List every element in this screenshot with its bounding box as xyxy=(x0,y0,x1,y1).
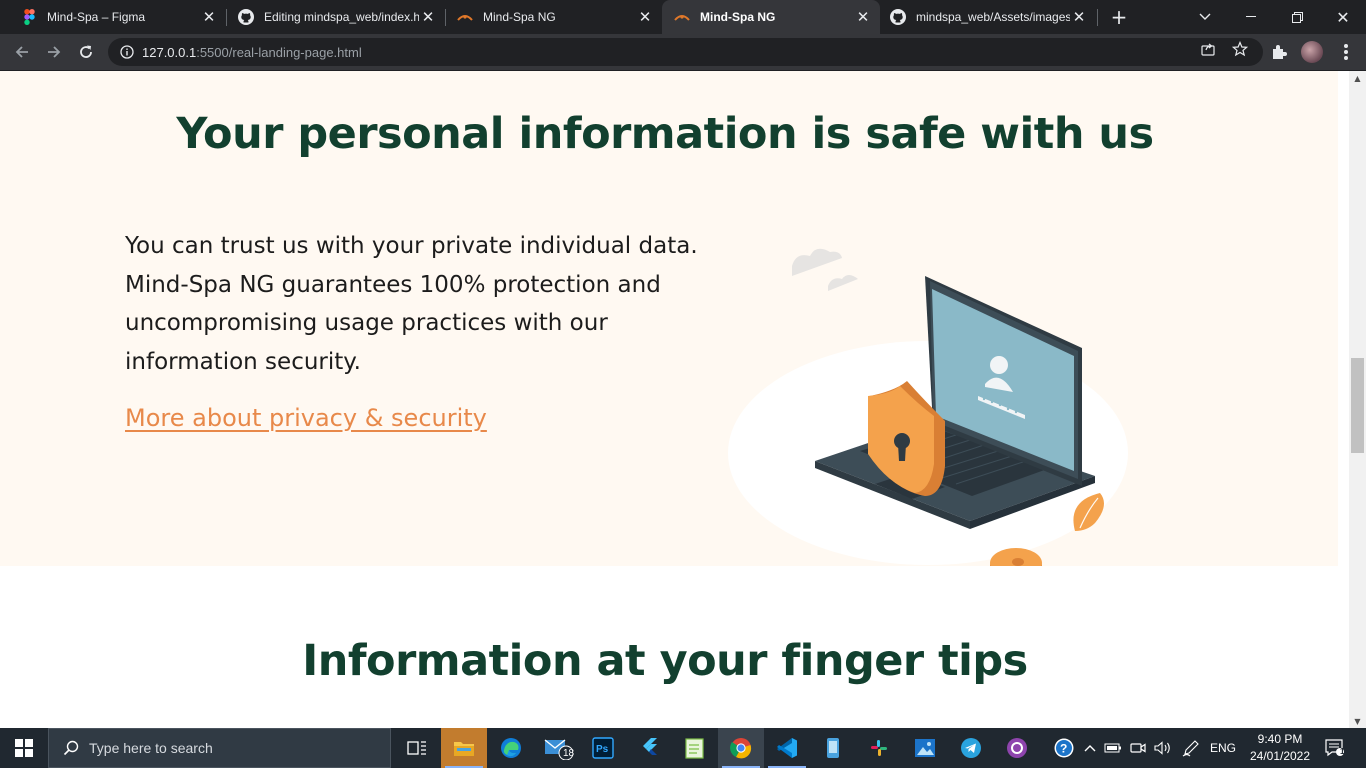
tab-title: Editing mindspa_web/index.h xyxy=(264,10,419,24)
restore-button[interactable] xyxy=(1274,0,1320,34)
mindspa-icon xyxy=(674,9,690,25)
browser-tab-strip: Mind-Spa – Figma ✕ Editing mindspa_web/i… xyxy=(0,0,1366,34)
taskbar-search-box[interactable]: Type here to search xyxy=(48,728,391,768)
meet-now-icon[interactable] xyxy=(1127,728,1149,768)
browser-menu-icon[interactable] xyxy=(1338,42,1354,62)
privacy-security-link[interactable]: More about privacy & security xyxy=(125,404,487,432)
search-icon xyxy=(61,738,81,758)
privacy-heading: Your personal information is safe with u… xyxy=(176,109,1154,159)
privacy-body-text: You can trust us with your private indiv… xyxy=(125,233,698,375)
scroll-thumb[interactable] xyxy=(1351,358,1364,453)
address-bar[interactable]: 127.0.0.1:5500/real-landing-page.html xyxy=(108,38,1263,66)
tray-chevron-up-icon[interactable] xyxy=(1080,728,1100,768)
scroll-up-arrow[interactable]: ▲ xyxy=(1349,71,1366,85)
chrome-icon[interactable] xyxy=(718,728,764,768)
scroll-down-arrow[interactable]: ▼ xyxy=(1349,714,1366,728)
close-tab-icon[interactable]: ✕ xyxy=(854,8,872,26)
windows-taskbar: Type here to search 18 Ps ? ENG 9:40 PM … xyxy=(0,728,1366,768)
tab-title: mindspa_web/Assets/images xyxy=(916,10,1070,24)
privacy-section: Your personal information is safe with u… xyxy=(0,71,1338,566)
mindspa-icon xyxy=(457,9,473,25)
task-view-icon[interactable] xyxy=(394,728,440,768)
vscode-icon[interactable] xyxy=(764,728,810,768)
tab-figma[interactable]: Mind-Spa – Figma ✕ xyxy=(0,0,226,34)
tab-mindspa-active[interactable]: Mind-Spa NG ✕ xyxy=(662,0,880,34)
photos-icon[interactable] xyxy=(902,728,948,768)
extensions-puzzle-icon[interactable] xyxy=(1269,42,1289,62)
edge-icon[interactable] xyxy=(488,728,534,768)
tab-title: Mind-Spa NG xyxy=(483,10,556,24)
tab-github-assets[interactable]: mindspa_web/Assets/images ✕ xyxy=(880,0,1096,34)
site-info-icon[interactable] xyxy=(119,44,135,60)
figma-icon xyxy=(21,9,37,25)
github-icon xyxy=(890,9,906,25)
file-explorer-icon[interactable] xyxy=(441,728,487,768)
minimize-button[interactable] xyxy=(1228,0,1274,34)
svg-text:?: ? xyxy=(1060,742,1067,756)
reload-button[interactable] xyxy=(72,38,100,66)
profile-avatar[interactable] xyxy=(1301,41,1323,63)
github-icon xyxy=(238,9,254,25)
volume-icon[interactable] xyxy=(1152,728,1174,768)
browser-toolbar: 127.0.0.1:5500/real-landing-page.html xyxy=(0,34,1366,71)
tips-heading: Information at your finger tips xyxy=(302,636,1028,686)
search-placeholder: Type here to search xyxy=(89,740,213,756)
close-tab-icon[interactable]: ✕ xyxy=(1070,8,1088,26)
share-icon[interactable] xyxy=(1199,40,1217,58)
tab-search-chevron-icon[interactable] xyxy=(1182,0,1228,34)
page-viewport: Your personal information is safe with u… xyxy=(0,71,1366,728)
tab-mindspa-1[interactable]: Mind-Spa NG ✕ xyxy=(445,0,662,34)
url-text: 127.0.0.1:5500/real-landing-page.html xyxy=(142,44,362,60)
language-indicator[interactable]: ENG xyxy=(1206,728,1240,768)
taskbar-clock[interactable]: 9:40 PM 24/01/2022 xyxy=(1240,731,1320,765)
tab-github-editing[interactable]: Editing mindspa_web/index.h ✕ xyxy=(226,0,445,34)
action-center-icon[interactable]: 1 xyxy=(1320,728,1350,768)
tab-title: Mind-Spa – Figma xyxy=(47,10,146,24)
notepad-plus-icon[interactable] xyxy=(672,728,718,768)
github-desktop-icon[interactable] xyxy=(994,728,1040,768)
mail-icon[interactable]: 18 xyxy=(535,728,581,768)
clock-date: 24/01/2022 xyxy=(1249,749,1311,763)
clock-time: 9:40 PM xyxy=(1257,732,1303,746)
tab-title: Mind-Spa NG xyxy=(700,10,776,24)
close-tab-icon[interactable]: ✕ xyxy=(636,8,654,26)
photoshop-icon[interactable]: Ps xyxy=(580,728,626,768)
pen-workspace-icon[interactable] xyxy=(1179,728,1203,768)
slack-icon[interactable] xyxy=(856,728,902,768)
mail-badge-count: 18 xyxy=(563,748,575,759)
help-icon[interactable]: ? xyxy=(1050,728,1078,768)
close-tab-icon[interactable]: ✕ xyxy=(419,8,437,26)
new-tab-button[interactable]: + xyxy=(1107,5,1131,29)
telegram-icon[interactable] xyxy=(948,728,994,768)
battery-icon[interactable] xyxy=(1102,728,1124,768)
windows-start-button[interactable] xyxy=(0,728,48,768)
bookmark-star-icon[interactable] xyxy=(1231,40,1249,58)
back-button[interactable] xyxy=(8,38,36,66)
phone-link-icon[interactable] xyxy=(810,728,856,768)
laptop-security-illustration xyxy=(728,248,1128,566)
notification-count: 1 xyxy=(1340,747,1345,756)
flutter-icon[interactable] xyxy=(626,728,672,768)
close-tab-icon[interactable]: ✕ xyxy=(200,8,218,26)
forward-button[interactable] xyxy=(40,38,68,66)
svg-text:Ps: Ps xyxy=(596,744,609,755)
close-window-button[interactable]: ✕ xyxy=(1320,0,1366,34)
